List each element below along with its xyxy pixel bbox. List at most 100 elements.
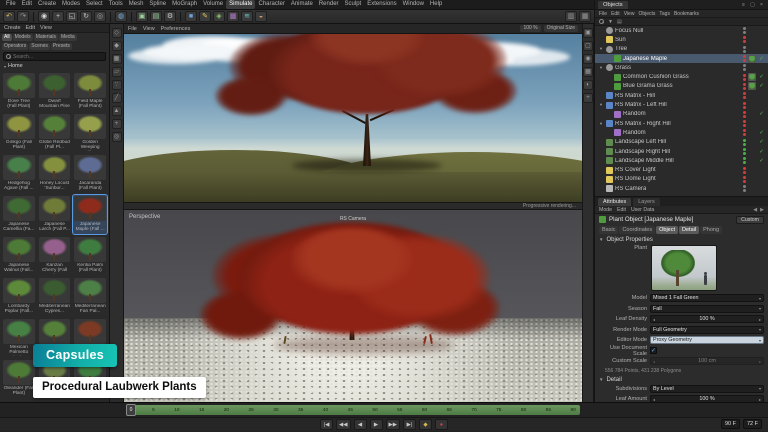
move-icon[interactable]: + bbox=[52, 11, 64, 22]
transport-autokey[interactable]: ● bbox=[435, 419, 448, 430]
visibility-dots[interactable] bbox=[743, 92, 746, 99]
menu-animate[interactable]: Animate bbox=[288, 0, 316, 9]
dropdown-season[interactable]: Fall▾ bbox=[650, 305, 764, 313]
transport-play[interactable]: ▶ bbox=[370, 419, 383, 430]
zoom-level[interactable]: 100 % bbox=[520, 25, 540, 32]
asset-menu-edit[interactable]: Edit bbox=[26, 25, 35, 31]
filter-media[interactable]: Media bbox=[59, 34, 77, 41]
last-tool-icon[interactable]: ◎ bbox=[94, 11, 106, 22]
plant-preview-thumbnail[interactable] bbox=[651, 245, 717, 291]
model-mode-icon[interactable]: ◆ bbox=[112, 41, 122, 51]
enabled-check-icon[interactable]: ✓ bbox=[758, 83, 765, 89]
asset-menu-view[interactable]: View bbox=[40, 25, 52, 31]
visibility-dots[interactable] bbox=[743, 102, 746, 109]
search-input[interactable] bbox=[13, 54, 103, 60]
tab-attributes[interactable]: Attributes bbox=[598, 198, 631, 206]
pen-icon[interactable]: ✎ bbox=[199, 11, 211, 22]
render-view-icon[interactable]: ▣ bbox=[136, 11, 148, 22]
om-menu-tags[interactable]: Tags bbox=[659, 11, 670, 17]
object-focus-null[interactable]: Focus Null bbox=[595, 26, 768, 35]
asset-item-kentia-palm-fall-plant[interactable]: Kentia Palm (Fall Plant) bbox=[73, 236, 107, 275]
visibility-dots[interactable] bbox=[743, 46, 746, 53]
asset-item-honey-locust-sunbur[interactable]: Honey Locust 'Sunbur... bbox=[38, 154, 72, 193]
field-leaf-density[interactable]: ◂100 %▸ bbox=[650, 315, 764, 323]
object-random[interactable]: Random ✓ bbox=[595, 128, 768, 137]
filter-icon[interactable]: ▼ bbox=[608, 19, 613, 25]
enable-axis-icon[interactable]: + bbox=[112, 119, 122, 129]
pv-menu-file[interactable]: File bbox=[128, 26, 137, 32]
filter-operators[interactable]: Operators bbox=[2, 43, 28, 50]
object-japanese-maple[interactable]: Japanese Maple ✓ bbox=[595, 54, 768, 63]
object-random[interactable]: Random ✓ bbox=[595, 110, 768, 119]
om-menu-bookmarks[interactable]: Bookmarks bbox=[674, 11, 699, 17]
dropdown-subdivisions[interactable]: By Level▾ bbox=[650, 385, 764, 393]
pv-menu-view[interactable]: View bbox=[143, 26, 155, 32]
dropdown-render-mode[interactable]: Full Geometry▾ bbox=[650, 326, 764, 334]
texture-mode-icon[interactable]: ▦ bbox=[112, 54, 122, 64]
field-icon[interactable]: ◒ bbox=[255, 11, 267, 22]
search-icon[interactable] bbox=[599, 19, 604, 24]
asset-item-mediterranean-fan-pal[interactable]: Mediterranean Fan Pal... bbox=[73, 277, 107, 316]
asset-item-hedgehog-agave-fall[interactable]: Hedgehog Agave (Fall ... bbox=[2, 154, 36, 193]
edges-mode-icon[interactable]: ╱ bbox=[112, 93, 122, 103]
layout-quad-icon[interactable]: ▦ bbox=[579, 11, 591, 22]
layout-single-icon[interactable]: ▥ bbox=[565, 11, 577, 22]
transport-goto-start[interactable]: |◀ bbox=[320, 419, 333, 430]
attr-tab-detail[interactable]: Detail bbox=[679, 226, 699, 234]
visibility-dots[interactable] bbox=[743, 55, 746, 62]
rotate-icon[interactable]: ↻ bbox=[80, 11, 92, 22]
asset-item-japanese-larch-fall-p[interactable]: Japanese Larch (Fall P... bbox=[38, 195, 72, 234]
menu-render[interactable]: Render bbox=[316, 0, 342, 9]
enabled-check-icon[interactable]: ✓ bbox=[758, 74, 765, 80]
render-picture-viewer-icon[interactable]: ▤ bbox=[150, 11, 162, 22]
dropdown-model[interactable]: Mixed 1 Fall Green▾ bbox=[650, 294, 764, 302]
transport-record-key[interactable]: ◆ bbox=[419, 419, 432, 430]
plant-material-tag[interactable] bbox=[748, 73, 756, 81]
asset-item-ginkgo-fall-plant[interactable]: Ginkgo (Fall Plant) bbox=[2, 113, 36, 152]
attr-tab-basic[interactable]: Basic bbox=[599, 226, 618, 234]
plant-material-tag[interactable] bbox=[748, 55, 756, 63]
object-rs-matrix-right-hill[interactable]: ▾ RS Matrix - Right Hill bbox=[595, 119, 768, 128]
plant-material-tag[interactable] bbox=[748, 82, 756, 90]
path-icon[interactable]: ▤ bbox=[617, 19, 622, 25]
transport-next-frame[interactable]: ▶▶ bbox=[386, 419, 400, 430]
mograph-icon[interactable]: ◈ bbox=[213, 11, 225, 22]
asset-item-dwarf-mountain-pine-f[interactable]: Dwarf Mountain Pine (F... bbox=[38, 72, 72, 111]
object-tree[interactable]: ▾ Tree bbox=[595, 45, 768, 54]
attr-menu-mode[interactable]: Mode bbox=[599, 207, 612, 213]
attr-menu-user-data[interactable]: User Data bbox=[631, 207, 654, 213]
perspective-viewport[interactable]: Perspective RS Camera bbox=[124, 210, 582, 402]
object-landscape-left-hill[interactable]: Landscape Left Hill ✓ bbox=[595, 138, 768, 147]
breadcrumb[interactable]: ▾ Home bbox=[0, 62, 109, 70]
asset-item-mediterranean-cypres[interactable]: Mediterranean Cypres... bbox=[38, 277, 72, 316]
asset-menu-create[interactable]: Create bbox=[4, 25, 21, 31]
field-custom-scale[interactable]: ◂100 cm▸ bbox=[650, 357, 764, 365]
enabled-check-icon[interactable]: ✓ bbox=[758, 111, 765, 117]
playhead[interactable]: 0 bbox=[126, 404, 136, 416]
menu-spline[interactable]: Spline bbox=[146, 0, 169, 9]
snap-icon[interactable]: ◎ bbox=[112, 132, 122, 142]
expand-arrow-icon[interactable]: ▾ bbox=[598, 46, 604, 52]
om-menu-edit[interactable]: Edit bbox=[611, 11, 620, 17]
enabled-check-icon[interactable]: ✓ bbox=[758, 149, 765, 155]
filter-scenes[interactable]: Scenes bbox=[29, 43, 50, 50]
object-blue-grama-grass[interactable]: Blue Grama Grass ✓ bbox=[595, 82, 768, 91]
object-landscape-middle-hill[interactable]: Landscape Middle Hill ✓ bbox=[595, 156, 768, 165]
object-sun[interactable]: Sun bbox=[595, 35, 768, 44]
object-rs-matrix-left-hill[interactable]: ▾ RS Matrix - Left Hill bbox=[595, 100, 768, 109]
panel-icon-1[interactable]: ▢ bbox=[749, 2, 756, 8]
object-landscape-right-hill[interactable]: Landscape Right Hill ✓ bbox=[595, 147, 768, 156]
enabled-check-icon[interactable]: ✓ bbox=[758, 158, 765, 164]
visibility-dots[interactable] bbox=[743, 185, 746, 192]
object-rs-camera[interactable]: RS Camera bbox=[595, 184, 768, 193]
history-arrows[interactable]: ◀▶ bbox=[753, 207, 764, 213]
filter-models[interactable]: Models bbox=[13, 34, 33, 41]
visibility-dots[interactable] bbox=[743, 129, 746, 136]
menu-character[interactable]: Character bbox=[255, 0, 287, 9]
custom-button[interactable]: Custom bbox=[736, 216, 764, 224]
fit-mode-dropdown[interactable]: Original Size bbox=[544, 25, 578, 32]
visibility-dots[interactable] bbox=[743, 111, 746, 118]
asset-item-lombardy-poplar-fall[interactable]: Lombardy Poplar (Fall... bbox=[2, 277, 36, 316]
simulate-icon[interactable]: ≋ bbox=[241, 11, 253, 22]
section-detail[interactable]: ▼ Detail bbox=[599, 377, 764, 383]
